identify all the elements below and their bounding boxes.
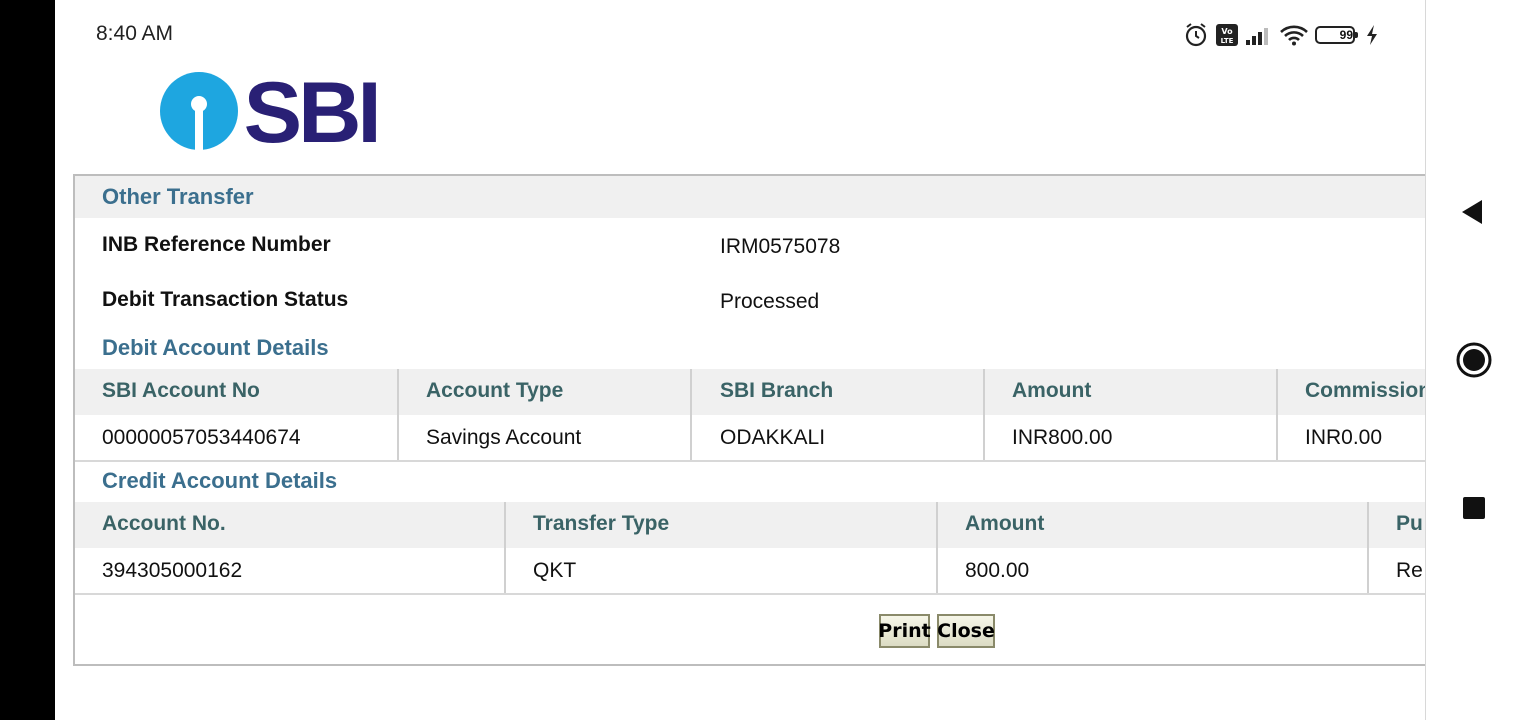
debit-col-amount: Amount <box>1012 379 1092 402</box>
debit-col-commission: Commission <box>1305 379 1425 402</box>
wifi-icon <box>1279 24 1309 46</box>
close-button[interactable]: Close <box>937 614 995 648</box>
back-icon[interactable] <box>1460 199 1484 230</box>
debit-amount: INR800.00 <box>1012 426 1113 449</box>
divider <box>504 502 506 594</box>
section-title-other-transfer: Other Transfer <box>102 184 254 209</box>
debit-branch: ODAKKALI <box>720 426 826 449</box>
debit-table-header: SBI Account No Account Type SBI Branch A… <box>75 369 1425 415</box>
battery-icon: 99 <box>1315 26 1358 44</box>
debit-account-type: Savings Account <box>426 426 582 449</box>
home-icon[interactable] <box>1456 342 1492 383</box>
divider <box>75 460 1425 462</box>
divider <box>690 369 692 461</box>
divider <box>936 502 938 594</box>
battery-level: 99 <box>1339 28 1353 42</box>
table-row: 394305000162 QKT 800.00 Re <box>75 548 1425 594</box>
svg-text:LTE: LTE <box>1221 37 1234 45</box>
sbi-wordmark: SBI <box>243 65 382 161</box>
debit-status-value: Processed <box>720 290 820 313</box>
recents-icon[interactable] <box>1462 496 1486 525</box>
status-icons: Vo LTE 99 <box>1183 22 1379 48</box>
alarm-icon <box>1183 22 1209 48</box>
credit-col-purpose: Pu <box>1396 512 1423 535</box>
credit-col-account-no: Account No. <box>102 512 226 535</box>
debit-col-account-no: SBI Account No <box>102 379 260 402</box>
section-title-debit: Debit Account Details <box>102 335 329 360</box>
credit-table-header: Account No. Transfer Type Amount Pu <box>75 502 1425 548</box>
svg-text:Vo: Vo <box>1221 27 1233 36</box>
volte-icon: Vo LTE <box>1215 23 1239 47</box>
credit-amount: 800.00 <box>965 559 1030 582</box>
divider <box>1276 369 1278 461</box>
sbi-emblem-icon <box>159 71 239 156</box>
credit-account-no: 394305000162 <box>102 559 243 582</box>
navigation-bar <box>1425 0 1520 720</box>
browser-screen: 8:40 AM Vo LTE 99 SBI Other Transfer INB… <box>55 0 1425 720</box>
transfer-details-panel: Other Transfer INB Reference Number IRM0… <box>73 174 1425 666</box>
divider <box>75 593 1425 595</box>
inb-reference-value: IRM0575078 <box>720 235 841 258</box>
debit-status-label: Debit Transaction Status <box>102 288 349 311</box>
charging-icon <box>1365 24 1379 46</box>
credit-transfer-type: QKT <box>533 559 577 582</box>
credit-col-transfer-type: Transfer Type <box>533 512 670 535</box>
debit-commission: INR0.00 <box>1305 426 1383 449</box>
other-transfer-header: Other Transfer <box>75 176 1425 218</box>
print-button[interactable]: Print <box>878 614 931 648</box>
sbi-logo: SBI <box>159 65 382 161</box>
credit-col-amount: Amount <box>965 512 1045 535</box>
signal-icon <box>1245 24 1273 46</box>
divider <box>983 369 985 461</box>
divider <box>1367 502 1369 594</box>
section-title-credit: Credit Account Details <box>102 468 338 493</box>
debit-account-no: 00000057053440674 <box>102 426 301 449</box>
status-time: 8:40 AM <box>96 22 174 45</box>
debit-col-account-type: Account Type <box>426 379 564 402</box>
divider <box>397 369 399 461</box>
inb-reference-label: INB Reference Number <box>102 233 331 256</box>
debit-col-branch: SBI Branch <box>720 379 834 402</box>
table-row: 00000057053440674 Savings Account ODAKKA… <box>75 415 1425 461</box>
credit-purpose: Re <box>1396 559 1423 582</box>
